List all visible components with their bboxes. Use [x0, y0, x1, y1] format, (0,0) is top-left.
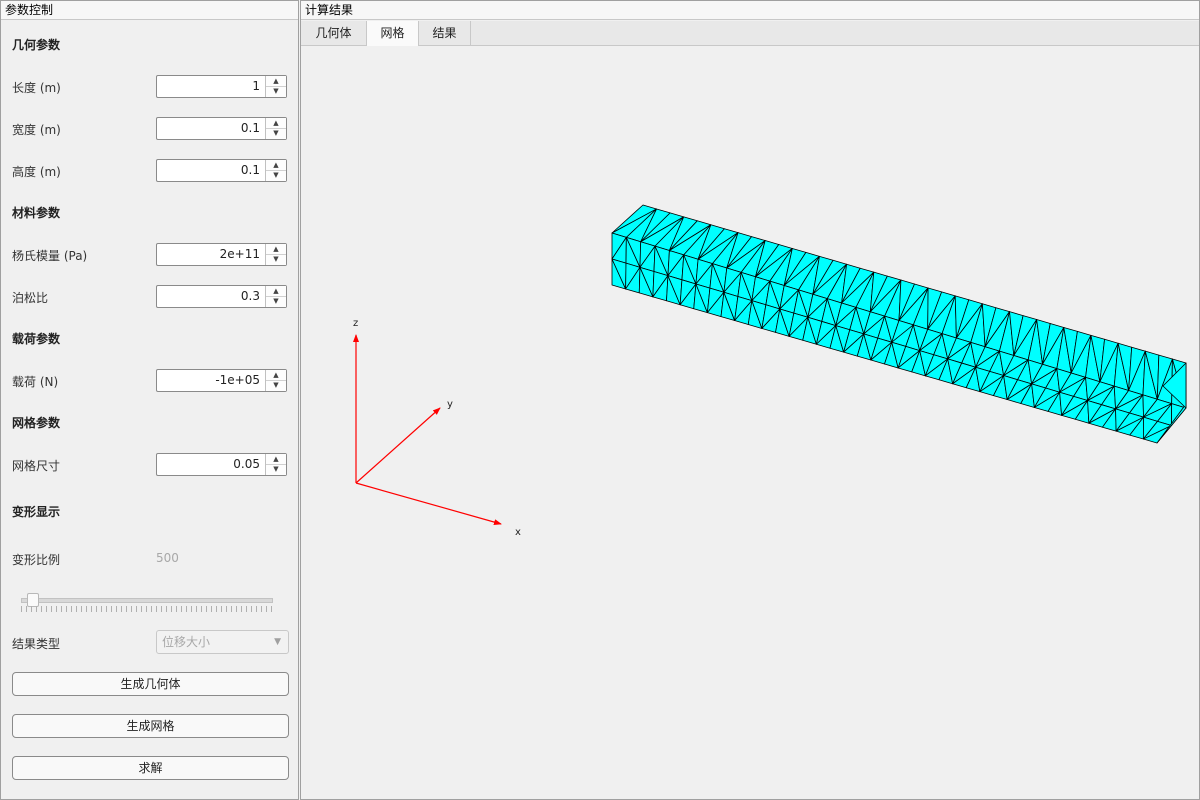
spin-down-icon[interactable]: ▼: [266, 464, 286, 474]
length-spinner[interactable]: 1 ▲ ▼: [156, 75, 287, 98]
tab-results[interactable]: 结果: [419, 21, 471, 45]
height-spinner[interactable]: 0.1 ▲ ▼: [156, 159, 287, 182]
x-axis-line: [355, 482, 502, 525]
spin-down-icon[interactable]: ▼: [266, 170, 286, 180]
youngs-modulus-label: 杨氏模量 (Pa): [12, 249, 88, 263]
generate-geometry-button[interactable]: 生成几何体: [12, 672, 289, 696]
spin-down-icon[interactable]: ▼: [266, 254, 286, 264]
results-panel-title: 计算结果: [301, 1, 1199, 20]
youngs-modulus-value[interactable]: 2e+11: [220, 244, 260, 265]
mesh-section-heading: 网格参数: [12, 416, 61, 430]
load-spinner[interactable]: -1e+05 ▲ ▼: [156, 369, 287, 392]
beam-mesh: [611, 204, 1187, 444]
mesh-size-value[interactable]: 0.05: [233, 454, 260, 475]
spin-down-icon[interactable]: ▼: [266, 86, 286, 96]
parameter-panel: 参数控制 几何参数 长度 (m) 1 ▲ ▼ 宽度 (m) 0.1 ▲ ▼ 高度…: [0, 0, 299, 800]
mesh-size-label: 网格尺寸: [12, 459, 61, 473]
length-value[interactable]: 1: [252, 76, 260, 97]
load-label: 载荷 (N): [12, 375, 59, 389]
axes-triad: z y x: [353, 318, 521, 538]
deformation-scale-label: 变形比例: [12, 553, 61, 567]
y-axis-line: [355, 407, 441, 484]
spin-down-icon[interactable]: ▼: [266, 296, 286, 306]
youngs-spinner-buttons: ▲ ▼: [265, 244, 286, 265]
length-label: 长度 (m): [12, 81, 61, 95]
poisson-spinner-buttons: ▲ ▼: [265, 286, 286, 307]
deformation-slider-track[interactable]: [21, 598, 273, 603]
z-axis-label: z: [353, 318, 358, 329]
parameter-panel-title: 参数控制: [1, 1, 298, 20]
width-label: 宽度 (m): [12, 123, 61, 137]
deformation-slider-thumb[interactable]: [27, 593, 39, 607]
poisson-ratio-label: 泊松比: [12, 291, 49, 305]
width-spinner[interactable]: 0.1 ▲ ▼: [156, 117, 287, 140]
geometry-section-heading: 几何参数: [12, 38, 61, 52]
x-axis-label: x: [515, 527, 521, 538]
height-value[interactable]: 0.1: [241, 160, 260, 181]
deformation-section-heading: 变形显示: [12, 505, 61, 519]
load-value[interactable]: -1e+05: [215, 370, 260, 391]
height-label: 高度 (m): [12, 165, 61, 179]
width-value[interactable]: 0.1: [241, 118, 260, 139]
tab-geometry[interactable]: 几何体: [301, 21, 367, 45]
tab-mesh[interactable]: 网格: [367, 21, 419, 46]
results-panel: 计算结果 几何体 网格 结果 z y x: [300, 0, 1200, 800]
result-type-label: 结果类型: [12, 637, 61, 651]
y-axis-label: y: [447, 399, 453, 410]
load-section-heading: 载荷参数: [12, 332, 61, 346]
spin-down-icon[interactable]: ▼: [266, 380, 286, 390]
slider-ticks: [21, 606, 273, 612]
youngs-modulus-spinner[interactable]: 2e+11 ▲ ▼: [156, 243, 287, 266]
result-type-selected: 位移大小: [162, 635, 211, 649]
load-spinner-buttons: ▲ ▼: [265, 370, 286, 391]
mesh-size-spinner[interactable]: 0.05 ▲ ▼: [156, 453, 287, 476]
width-spinner-buttons: ▲ ▼: [265, 118, 286, 139]
results-tabbar: 几何体 网格 结果: [301, 21, 1199, 46]
height-spinner-buttons: ▲ ▼: [265, 160, 286, 181]
chevron-down-icon: ▼: [274, 637, 281, 647]
mesh-viewport[interactable]: z y x: [301, 46, 1199, 799]
solve-button[interactable]: 求解: [12, 756, 289, 780]
poisson-ratio-spinner[interactable]: 0.3 ▲ ▼: [156, 285, 287, 308]
mesh-size-spinner-buttons: ▲ ▼: [265, 454, 286, 475]
deformation-scale-value: 500: [156, 551, 179, 565]
poisson-ratio-value[interactable]: 0.3: [241, 286, 260, 307]
result-type-dropdown[interactable]: 位移大小 ▼: [156, 630, 289, 654]
generate-mesh-button[interactable]: 生成网格: [12, 714, 289, 738]
length-spinner-buttons: ▲ ▼: [265, 76, 286, 97]
spin-down-icon[interactable]: ▼: [266, 128, 286, 138]
material-section-heading: 材料参数: [12, 206, 61, 220]
